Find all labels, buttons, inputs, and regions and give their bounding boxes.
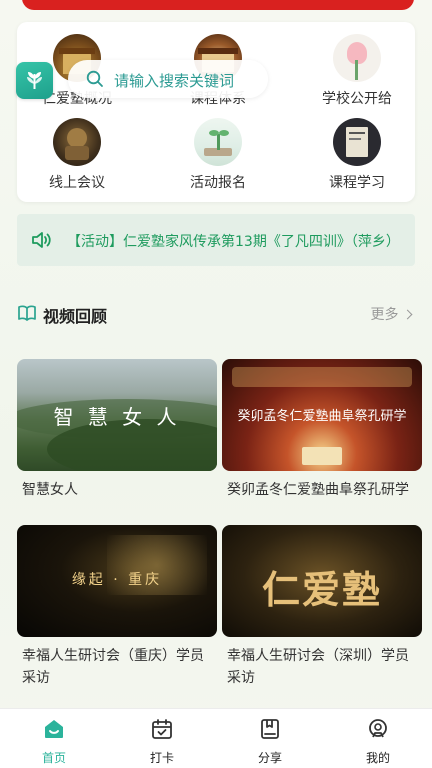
section-title: 视频回顾 xyxy=(43,307,108,326)
menu-label: 学校公开给 xyxy=(322,91,392,107)
app-logo-icon[interactable] xyxy=(16,62,53,99)
tab-profile[interactable]: 我的 xyxy=(348,717,408,766)
cover-title: 癸卯孟冬仁爱塾曲阜祭孔研学 xyxy=(237,409,407,424)
video-caption: 癸卯孟冬仁爱塾曲阜祭孔研学 xyxy=(227,482,409,498)
cover-title: 仁爱塾 xyxy=(261,567,382,612)
video-cover[interactable]: 智 慧 女 人 xyxy=(17,359,217,471)
cover-title: 缘起 · 重庆 xyxy=(71,572,163,588)
profile-icon xyxy=(369,719,387,738)
video-card[interactable]: 智 慧 女 人 智慧女人 xyxy=(17,359,217,501)
video-cover[interactable]: 仁爱塾 xyxy=(222,525,422,637)
search-bar: 请输入搜索关键词 xyxy=(16,60,268,99)
lion-statue-icon xyxy=(53,118,101,166)
book-icon xyxy=(333,118,381,166)
book-open-icon xyxy=(18,305,36,321)
sprout-icon xyxy=(194,118,242,166)
tab-checkin[interactable]: 打卡 xyxy=(132,717,192,766)
menu-item-course-study[interactable]: 课程学习 xyxy=(297,118,417,192)
menu-label: 活动报名 xyxy=(190,175,246,191)
tab-label: 分享 xyxy=(257,751,282,765)
more-link[interactable]: 更多 xyxy=(370,304,413,324)
notice-text: 【活动】仁爱塾家风传承第13期《了凡四训》（萍乡） xyxy=(67,234,400,250)
tab-label: 打卡 xyxy=(149,751,174,765)
more-label: 更多 xyxy=(370,307,399,323)
tab-label: 我的 xyxy=(365,751,390,765)
calendar-check-icon xyxy=(152,719,172,739)
video-card[interactable]: 癸卯孟冬仁爱塾曲阜祭孔研学 癸卯孟冬仁爱塾曲阜祭孔研学 xyxy=(222,359,422,501)
search-placeholder: 请输入搜索关键词 xyxy=(114,72,235,90)
video-cover[interactable]: 缘起 · 重庆 xyxy=(17,525,217,637)
menu-item-event-signup[interactable]: 活动报名 xyxy=(158,118,278,192)
video-section-header: 视频回顾 更多 xyxy=(17,302,415,326)
cover-title: 智 慧 女 人 xyxy=(53,405,181,429)
search-input[interactable]: 请输入搜索关键词 xyxy=(68,60,268,98)
tab-home[interactable]: 首页 xyxy=(24,717,84,766)
menu-label: 课程学习 xyxy=(329,175,385,191)
menu-item-school[interactable]: 学校公开给 xyxy=(297,34,417,108)
video-card[interactable]: 仁爱塾 幸福人生研讨会（深圳）学员采访 xyxy=(222,525,422,689)
speaker-icon xyxy=(32,232,51,248)
chevron-right-icon xyxy=(402,309,413,320)
video-caption: 智慧女人 xyxy=(22,482,78,498)
bottom-tab-bar: 首页 打卡 分享 我的 xyxy=(0,708,432,768)
search-icon xyxy=(86,70,103,87)
lily-icon xyxy=(333,34,381,82)
tab-share[interactable]: 分享 xyxy=(240,717,300,766)
menu-label: 线上会议 xyxy=(49,175,105,191)
home-icon xyxy=(45,720,63,738)
tab-label: 首页 xyxy=(41,751,66,765)
quick-menu-card: 仁爱塾概况 课程体系 学校公开给 线上会议 活动报名 课程学习 xyxy=(17,22,415,202)
video-cover[interactable]: 癸卯孟冬仁爱塾曲阜祭孔研学 xyxy=(222,359,422,471)
video-card[interactable]: 缘起 · 重庆 幸福人生研讨会（重庆）学员采访 xyxy=(17,525,217,689)
share-book-icon xyxy=(261,719,279,739)
top-banner-edge[interactable] xyxy=(22,0,414,10)
video-caption: 幸福人生研讨会（深圳）学员采访 xyxy=(227,648,409,686)
video-caption: 幸福人生研讨会（重庆）学员采访 xyxy=(22,648,204,686)
menu-item-online-meeting[interactable]: 线上会议 xyxy=(17,118,137,192)
notice-bar[interactable]: 【活动】仁爱塾家风传承第13期《了凡四训》（萍乡） xyxy=(17,214,415,266)
